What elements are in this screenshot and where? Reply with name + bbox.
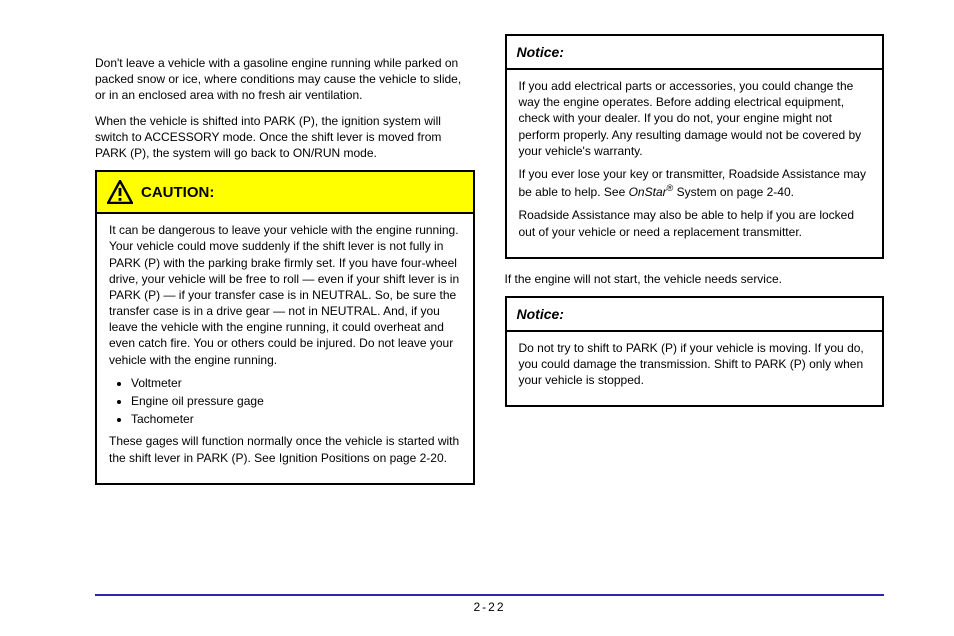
caution-body: It can be dangerous to leave your vehicl…	[97, 214, 473, 483]
caution-header: CAUTION:	[97, 172, 473, 214]
notice-2-header: Notice:	[507, 298, 883, 332]
notice-1-p2-b: System on page 2-40.	[673, 185, 794, 199]
notice-box-1: Notice: If you add electrical parts or a…	[505, 34, 885, 259]
caution-bullet: Engine oil pressure gage	[131, 393, 461, 409]
caution-title: CAUTION:	[141, 184, 214, 201]
caution-intro: It can be dangerous to leave your vehicl…	[109, 222, 461, 368]
notice-1-p3: Roadside Assistance may also be able to …	[519, 207, 871, 239]
left-column: Don't leave a vehicle with a gasoline en…	[95, 30, 475, 497]
caution-bullet: Voltmeter	[131, 375, 461, 391]
notice-1-header: Notice:	[507, 36, 883, 70]
left-paragraph-1: Don't leave a vehicle with a gasoline en…	[95, 55, 475, 104]
warning-triangle-icon	[107, 180, 133, 204]
caution-bullet: Tachometer	[131, 411, 461, 427]
between-paragraph: If the engine will not start, the vehicl…	[505, 271, 885, 287]
page-footer: 2-22	[95, 594, 884, 614]
notice-1-p1: If you add electrical parts or accessori…	[519, 78, 871, 159]
notice-2-body: Do not try to shift to PARK (P) if your …	[507, 332, 883, 406]
right-column: Notice: If you add electrical parts or a…	[505, 30, 885, 497]
onstar-name: OnStar	[629, 185, 667, 199]
notice-1-body: If you add electrical parts or accessori…	[507, 70, 883, 257]
caution-outro: These gages will function normally once …	[109, 433, 461, 465]
left-paragraph-2: When the vehicle is shifted into PARK (P…	[95, 113, 475, 162]
notice-box-2: Notice: Do not try to shift to PARK (P) …	[505, 296, 885, 408]
notice-1-p2: If you ever lose your key or transmitter…	[519, 166, 871, 200]
caution-list: Voltmeter Engine oil pressure gage Tacho…	[109, 375, 461, 428]
caution-box: CAUTION: It can be dangerous to leave yo…	[95, 170, 475, 485]
page-number: 2-22	[95, 600, 884, 614]
notice-2-p1: Do not try to shift to PARK (P) if your …	[519, 340, 871, 389]
footer-rule	[95, 594, 884, 596]
